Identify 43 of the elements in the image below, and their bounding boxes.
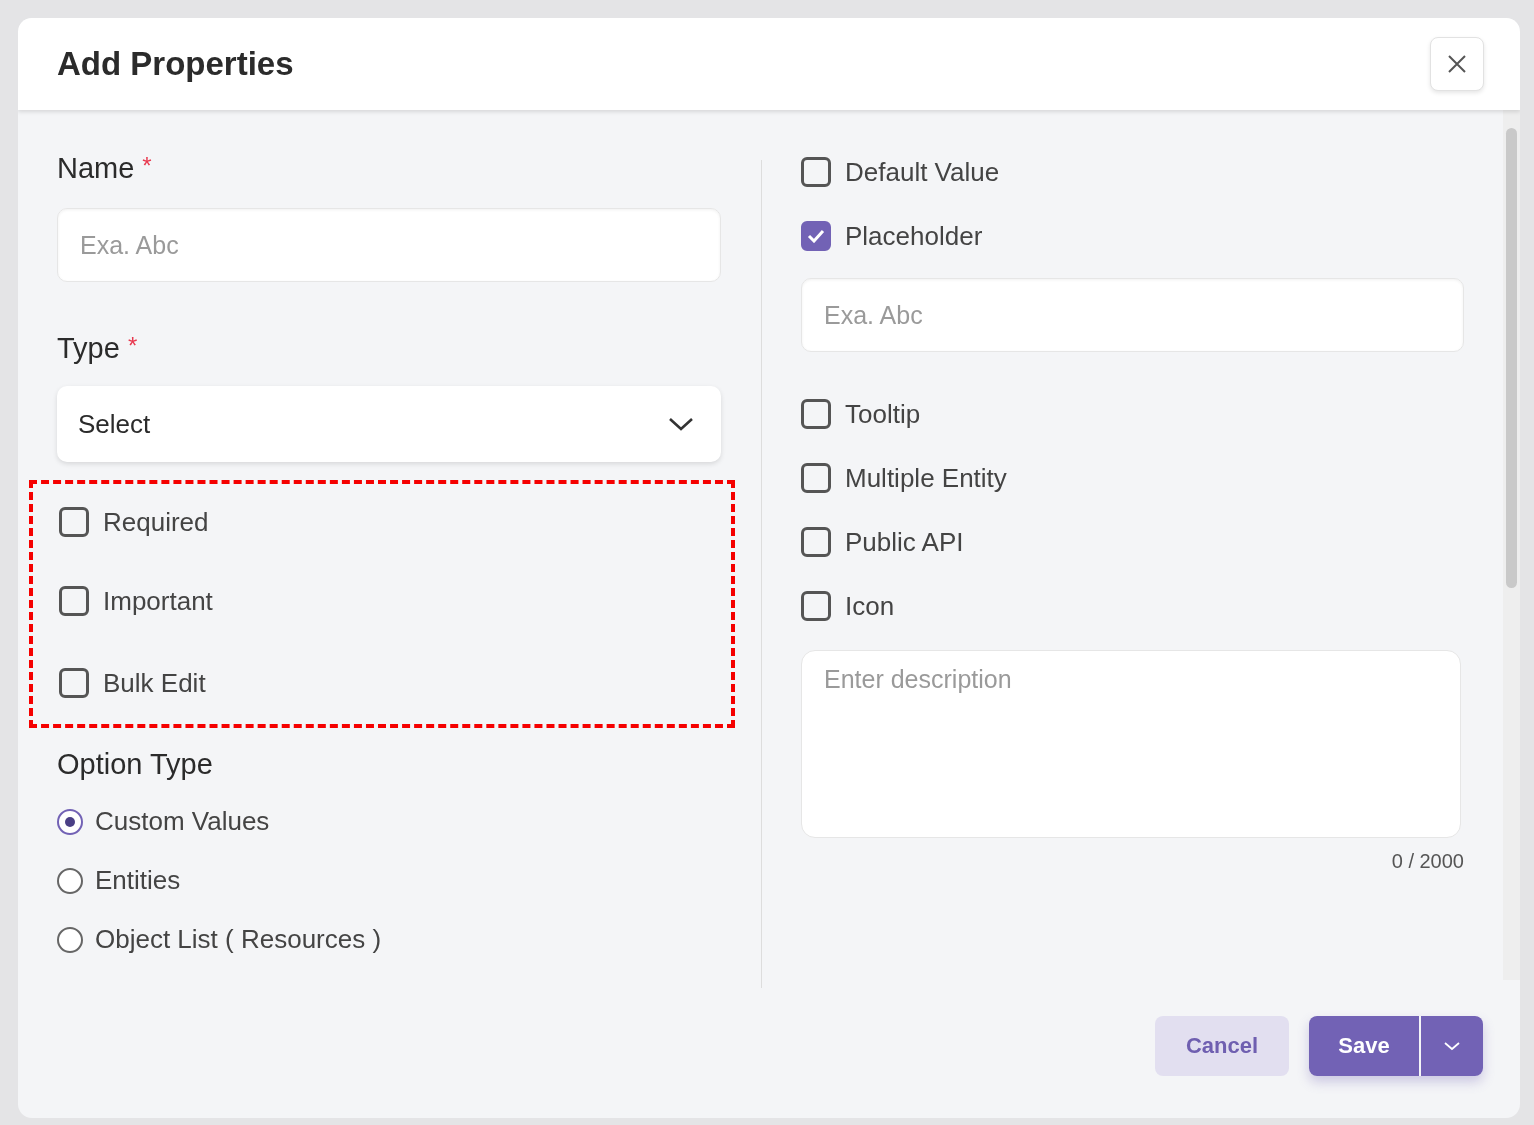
checkbox-label: Placeholder — [845, 220, 983, 252]
checkbox[interactable] — [801, 591, 831, 621]
checkbox-label: Important — [103, 585, 213, 617]
checkbox-label: Bulk Edit — [103, 667, 206, 699]
radio-label: Object List ( Resources ) — [95, 924, 382, 955]
name-input[interactable]: Exa. Abc — [57, 208, 721, 282]
checkbox[interactable] — [801, 463, 831, 493]
description-field[interactable]: Enter description — [801, 650, 1461, 838]
placeholder-input[interactable]: Exa. Abc — [801, 278, 1464, 352]
checkbox[interactable] — [801, 157, 831, 187]
checkbox-label: Tooltip — [845, 398, 921, 430]
cancel-button[interactable]: Cancel — [1155, 1016, 1289, 1076]
required-mark: * — [142, 152, 152, 180]
checkbox[interactable] — [59, 507, 89, 537]
checkbox-label: Public API — [845, 526, 964, 558]
checkbox[interactable] — [801, 399, 831, 429]
radio-button[interactable] — [57, 926, 83, 953]
scrollbar[interactable] — [1503, 110, 1520, 980]
checkbox[interactable] — [59, 586, 89, 616]
checkbox-label: Required — [103, 506, 209, 538]
checkbox-label: Default Value — [845, 156, 1000, 188]
checkbox[interactable] — [801, 527, 831, 557]
checkbox-label: Icon — [845, 590, 895, 622]
checkbox[interactable] — [59, 668, 89, 698]
save-button[interactable]: Save — [1309, 1016, 1419, 1076]
character-counter: 0 / 2000 — [1391, 850, 1464, 873]
radio-label: Entities — [95, 865, 181, 896]
close-icon — [1447, 54, 1467, 74]
required-mark: * — [127, 332, 138, 360]
radio-label: Custom Values — [95, 806, 270, 837]
checkmark-icon — [807, 229, 825, 243]
chevron-down-icon — [667, 416, 695, 432]
chevron-down-icon — [1443, 1041, 1461, 1051]
type-select[interactable]: Select — [57, 386, 721, 462]
close-button[interactable] — [1430, 37, 1484, 91]
field-label: Type — [57, 332, 120, 365]
radio-button[interactable] — [57, 808, 83, 835]
radio-button[interactable] — [57, 867, 83, 894]
checkbox-label: Multiple Entity — [845, 462, 1007, 494]
field-label: Name — [57, 152, 135, 185]
section-label: Option Type — [57, 748, 214, 782]
dialog-title: Add Properties — [57, 45, 294, 83]
checkbox[interactable] — [801, 221, 831, 251]
